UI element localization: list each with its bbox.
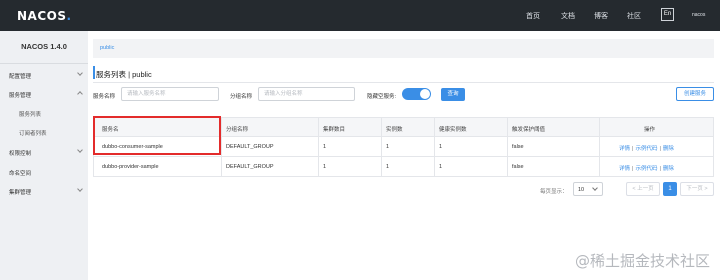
detail-link[interactable]: 详情 bbox=[619, 166, 630, 172]
row-operations: 详情 | 示例代码 | 删除 bbox=[619, 144, 674, 152]
chevron-down-icon bbox=[77, 147, 83, 153]
sidebar-item-service-list[interactable]: 服务列表 bbox=[19, 110, 41, 118]
query-button[interactable]: 查询 bbox=[441, 88, 465, 101]
title-divider bbox=[93, 82, 714, 83]
nav-blog[interactable]: 博客 bbox=[594, 11, 608, 21]
service-name-input[interactable] bbox=[121, 87, 219, 101]
col-divider bbox=[434, 157, 435, 176]
table-header: 服务名 分组名称 集群数目 实例数 健康实例数 触发保护阈值 操作 bbox=[93, 117, 714, 137]
language-switch-button[interactable]: En bbox=[661, 8, 674, 21]
toggle-knob bbox=[420, 89, 430, 99]
group-name-label: 分组名称 bbox=[230, 94, 253, 100]
ops-separator: | bbox=[632, 146, 634, 152]
sample-code-link[interactable]: 示例代码 bbox=[635, 146, 657, 152]
sidebar-item-auth[interactable]: 权限控制 bbox=[9, 149, 31, 157]
col-divider bbox=[221, 118, 222, 136]
col-instance-count: 实例数 bbox=[386, 127, 403, 133]
cell-group: DEFAULT_GROUP bbox=[226, 144, 274, 150]
col-divider bbox=[381, 137, 382, 156]
cell-clusters: 1 bbox=[323, 144, 327, 150]
cell-instances: 1 bbox=[386, 144, 390, 150]
hide-empty-toggle[interactable] bbox=[402, 88, 431, 100]
col-threshold: 触发保护阈值 bbox=[512, 127, 546, 133]
user-name[interactable]: nacos bbox=[692, 12, 705, 18]
col-divider bbox=[599, 118, 600, 136]
page-title: 服务列表 | public bbox=[96, 70, 152, 79]
cell-service: dubbo-provider-sample bbox=[102, 164, 159, 170]
ops-separator: | bbox=[632, 166, 634, 172]
col-divider bbox=[507, 137, 508, 156]
col-divider bbox=[318, 118, 319, 136]
namespace-link-public[interactable]: public bbox=[100, 45, 114, 51]
col-divider bbox=[507, 157, 508, 176]
table-row: dubbo-consumer-sample DEFAULT_GROUP 1 1 … bbox=[93, 137, 714, 157]
prev-page-button[interactable]: < 上一页 bbox=[626, 182, 660, 196]
col-divider bbox=[318, 137, 319, 156]
sidebar-item-service-management[interactable]: 服务管理 bbox=[9, 91, 31, 99]
col-operations: 操作 bbox=[644, 127, 656, 133]
page-number-current[interactable]: 1 bbox=[663, 182, 677, 196]
create-service-button[interactable]: 创建服务 bbox=[676, 87, 714, 101]
sidebar: NACOS 1.4.0 配置管理 服务管理 服务列表 订阅者列表 权限控制 命名… bbox=[0, 31, 88, 280]
cell-healthy: 1 bbox=[439, 144, 443, 150]
table-row: dubbo-provider-sample DEFAULT_GROUP 1 1 … bbox=[93, 157, 714, 177]
col-divider bbox=[221, 137, 222, 156]
cell-service: dubbo-consumer-sample bbox=[102, 144, 163, 150]
row-operations: 详情 | 示例代码 | 删除 bbox=[619, 164, 674, 172]
col-group-name: 分组名称 bbox=[226, 127, 249, 133]
detail-link[interactable]: 详情 bbox=[619, 146, 630, 152]
col-divider bbox=[599, 157, 600, 176]
col-divider bbox=[381, 118, 382, 136]
sidebar-item-subscribers[interactable]: 订阅者列表 bbox=[19, 129, 47, 137]
col-divider bbox=[434, 137, 435, 156]
page-size-label: 每页显示： bbox=[540, 189, 568, 195]
logo-text: NACOS bbox=[17, 8, 67, 23]
col-healthy-count: 健康实例数 bbox=[439, 127, 467, 133]
nav-home[interactable]: 首页 bbox=[526, 11, 540, 21]
page-size-value: 10 bbox=[578, 187, 585, 193]
watermark: @稀土掘金技术社区 bbox=[575, 252, 711, 270]
nav-community[interactable]: 社区 bbox=[627, 11, 641, 21]
chevron-down-icon bbox=[77, 186, 83, 192]
cell-instances: 1 bbox=[386, 164, 390, 170]
cell-clusters: 1 bbox=[323, 164, 327, 170]
cell-threshold: false bbox=[512, 144, 524, 150]
col-divider bbox=[434, 118, 435, 136]
chevron-down-icon bbox=[77, 70, 83, 76]
col-divider bbox=[507, 118, 508, 136]
sidebar-item-namespace[interactable]: 命名空间 bbox=[9, 169, 31, 177]
next-page-button[interactable]: 下一页 > bbox=[680, 182, 714, 196]
logo-dot: . bbox=[66, 8, 72, 23]
top-nav-bar: NACOS. 首页 文档 博客 社区 En nacos bbox=[0, 0, 720, 31]
sidebar-item-config[interactable]: 配置管理 bbox=[9, 72, 31, 80]
sidebar-divider bbox=[0, 63, 88, 64]
col-cluster-count: 集群数目 bbox=[323, 127, 346, 133]
service-name-label: 服务名称 bbox=[93, 94, 116, 100]
title-accent-bar bbox=[93, 66, 95, 79]
sidebar-title: NACOS 1.4.0 bbox=[21, 42, 67, 51]
col-divider bbox=[381, 157, 382, 176]
namespace-bar: public bbox=[93, 39, 714, 58]
hide-empty-label: 隐藏空服务: bbox=[367, 94, 397, 100]
page-size-select[interactable]: 10 bbox=[573, 182, 603, 196]
sample-code-link[interactable]: 示例代码 bbox=[635, 166, 657, 172]
ops-separator: | bbox=[659, 166, 661, 172]
delete-link[interactable]: 删除 bbox=[663, 166, 674, 172]
nacos-logo[interactable]: NACOS. bbox=[17, 8, 72, 23]
col-divider bbox=[221, 157, 222, 176]
nav-docs[interactable]: 文档 bbox=[561, 11, 575, 21]
cell-threshold: false bbox=[512, 164, 524, 170]
col-divider bbox=[318, 157, 319, 176]
chevron-up-icon bbox=[77, 91, 83, 97]
col-service-name: 服务名 bbox=[102, 127, 119, 133]
cell-healthy: 1 bbox=[439, 164, 443, 170]
chevron-down-icon bbox=[592, 185, 598, 191]
group-name-input[interactable] bbox=[258, 87, 355, 101]
col-divider bbox=[599, 137, 600, 156]
sidebar-item-cluster[interactable]: 集群管理 bbox=[9, 188, 31, 196]
ops-separator: | bbox=[659, 146, 661, 152]
delete-link[interactable]: 删除 bbox=[663, 146, 674, 152]
cell-group: DEFAULT_GROUP bbox=[226, 164, 274, 170]
